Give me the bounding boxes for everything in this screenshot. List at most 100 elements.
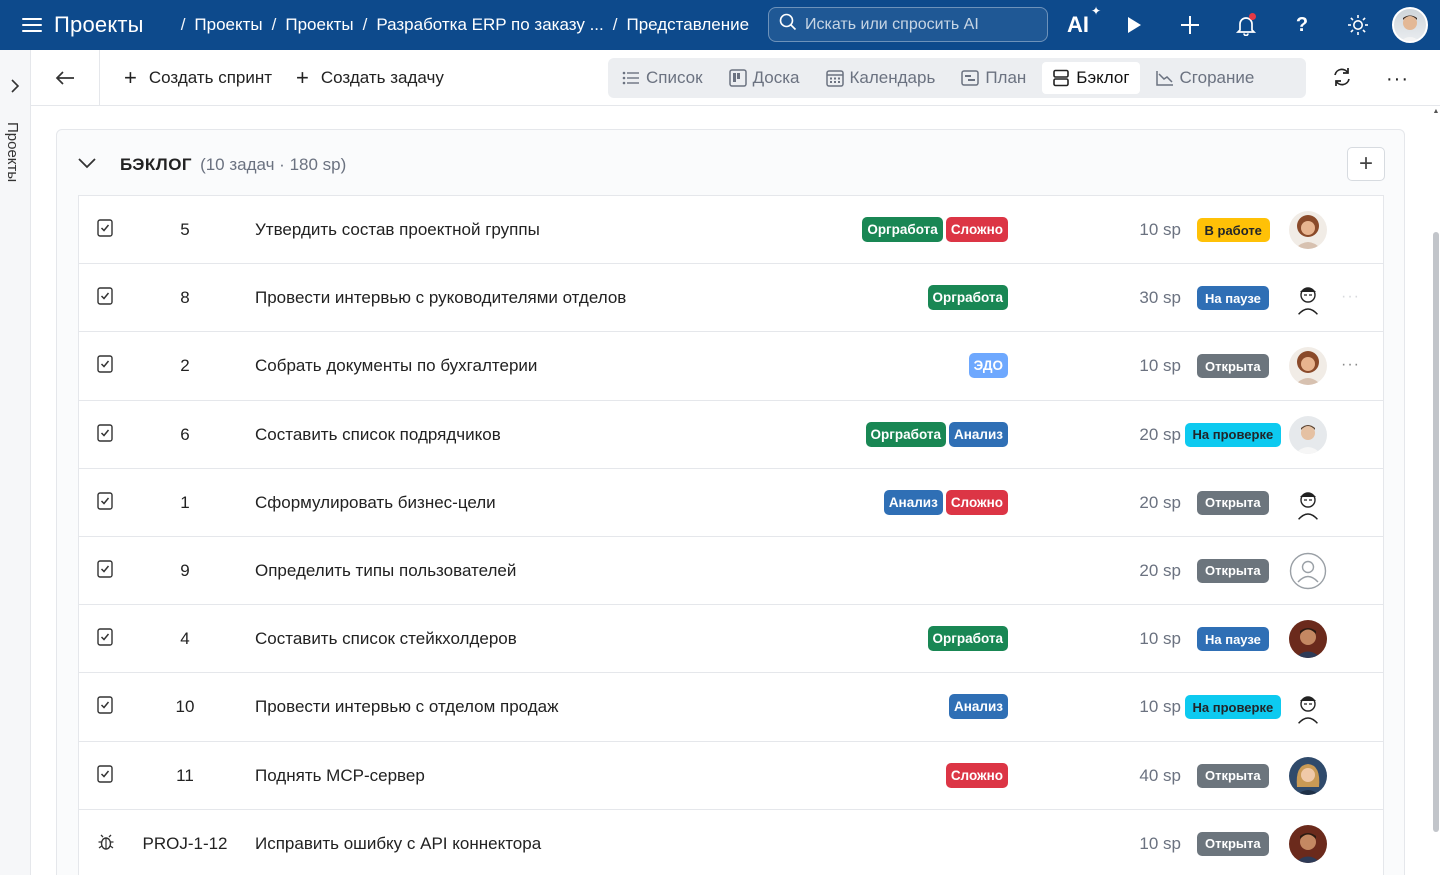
user-avatar[interactable] <box>1392 7 1428 43</box>
task-title[interactable]: Поднять MCP-сервер <box>255 766 425 786</box>
expand-rail-icon[interactable] <box>8 78 22 99</box>
tab-plan[interactable]: План <box>951 62 1036 94</box>
backlog-summary: (10 задач · 180 sp) <box>200 155 347 174</box>
menu-icon[interactable] <box>22 18 42 32</box>
task-title[interactable]: Определить типы пользователей <box>255 561 516 581</box>
status-badge[interactable]: На паузе <box>1197 286 1269 311</box>
scrollbar-thumb[interactable] <box>1433 232 1439 832</box>
play-icon <box>1128 17 1141 33</box>
task-title[interactable]: Провести интервью с отделом продаж <box>255 697 558 717</box>
status-badge[interactable]: На паузе <box>1197 627 1269 652</box>
collapse-chevron-icon[interactable] <box>78 156 96 174</box>
tag-badge[interactable]: Оргработа <box>927 626 1008 652</box>
notifications-button[interactable] <box>1218 0 1274 50</box>
task-title[interactable]: Собрать документы по бухгалтерии <box>255 356 537 376</box>
task-checkbox-icon <box>97 628 113 651</box>
tag-badge[interactable]: Анализ <box>949 694 1008 720</box>
assignee-avatar[interactable] <box>1289 483 1327 522</box>
assignee-avatar[interactable] <box>1289 415 1327 454</box>
tab-board[interactable]: Доска <box>719 62 810 94</box>
row-more-icon[interactable]: ··· <box>1341 356 1360 374</box>
task-tags: ЭДО <box>968 353 1008 379</box>
backlog-row[interactable]: 9 Определить типы пользователей 20 sp Откры… <box>79 537 1383 606</box>
backlog-row[interactable]: PROJ-1-12 Исправить ошибку с API коннекто… <box>79 810 1383 875</box>
help-button[interactable]: ? <box>1274 0 1330 50</box>
tag-badge[interactable]: Оргработа <box>927 285 1008 311</box>
status-badge[interactable]: В работе <box>1196 218 1270 242</box>
tag-badge[interactable]: Сложно <box>945 762 1008 788</box>
task-title[interactable]: Составить список стейкхолдеров <box>255 629 517 649</box>
unassigned-avatar-icon[interactable] <box>1289 552 1327 590</box>
status-badge[interactable]: Открыта <box>1197 490 1269 515</box>
status-badge[interactable]: На проверке <box>1184 422 1282 447</box>
backlog-row[interactable]: 1 Сформулировать бизнес-цели Анализ Сложно 2… <box>79 469 1383 537</box>
backlog-row[interactable]: 4 Составить список стейкхолдеров Оргработа… <box>79 605 1383 674</box>
tag-badge[interactable]: Анализ <box>883 489 943 515</box>
task-title[interactable]: Исправить ошибку с API коннектора <box>255 834 541 854</box>
back-button[interactable] <box>31 49 100 106</box>
task-checkbox-icon <box>97 355 113 378</box>
breadcrumb-item[interactable]: Проекты <box>194 15 262 35</box>
backlog-row[interactable]: 10 Провести интервью с отделом продаж Анал… <box>79 673 1383 742</box>
tab-burndown[interactable]: Сгорание <box>1146 62 1265 94</box>
backlog-section: БЭКЛОГ (10 задач · 180 sp) + 5 Утвердить … <box>56 129 1405 875</box>
tag-badge[interactable]: Оргработа <box>865 421 946 447</box>
list-icon <box>622 71 640 85</box>
task-checkbox-icon <box>97 560 113 583</box>
backlog-row[interactable]: 8 Провести интервью с руководителями отде… <box>79 264 1383 333</box>
task-key: 9 <box>180 560 190 580</box>
tab-calendar[interactable]: Календарь <box>816 62 946 94</box>
tab-backlog[interactable]: Бэклог <box>1042 62 1140 94</box>
task-title[interactable]: Провести интервью с руководителями отдел… <box>255 288 626 308</box>
create-sprint-button[interactable]: + Создать спринт <box>124 65 272 91</box>
task-key: 11 <box>176 765 194 785</box>
task-tags: Оргработа <box>927 285 1008 311</box>
refresh-icon[interactable] <box>1331 66 1353 93</box>
tag-badge[interactable]: Анализ <box>949 421 1008 447</box>
tab-list[interactable]: Список <box>612 62 713 94</box>
search-input[interactable] <box>805 15 1035 34</box>
header-actions: AI ✦ ? <box>1050 0 1440 50</box>
row-more-icon[interactable]: ··· <box>1341 288 1360 306</box>
scroll-up-icon[interactable]: ▲ <box>1432 108 1440 115</box>
theme-toggle[interactable] <box>1330 0 1386 50</box>
app-title[interactable]: Проекты <box>54 12 144 38</box>
task-title[interactable]: Сформулировать бизнес-цели <box>255 493 496 513</box>
assignee-avatar[interactable] <box>1289 688 1327 727</box>
task-title[interactable]: Утвердить состав проектной группы <box>255 220 540 240</box>
status-badge[interactable]: На проверке <box>1184 695 1282 720</box>
more-options-icon[interactable]: ··· <box>1386 68 1409 91</box>
rail-label[interactable]: Проекты <box>4 122 21 182</box>
tag-badge[interactable]: ЭДО <box>968 353 1008 379</box>
breadcrumb: / Проекты / Проекты / Разработка ERP по зак… <box>180 15 750 35</box>
status-badge[interactable]: Открыта <box>1197 558 1269 583</box>
backlog-row[interactable]: 6 Составить список подрядчиков Оргработа Ан… <box>79 401 1383 469</box>
task-checkbox-icon <box>97 492 113 515</box>
task-title[interactable]: Составить список подрядчиков <box>255 425 501 445</box>
scrollbar[interactable]: ▲ <box>1432 106 1440 875</box>
assignee-avatar[interactable] <box>1289 620 1327 659</box>
tag-badge[interactable]: Оргработа <box>862 217 943 242</box>
assignee-avatar[interactable] <box>1289 211 1327 249</box>
assignee-avatar[interactable] <box>1289 824 1327 863</box>
assignee-avatar[interactable] <box>1289 347 1327 386</box>
ai-button[interactable]: AI ✦ <box>1050 0 1106 50</box>
breadcrumb-item[interactable]: Проекты <box>285 15 353 35</box>
create-button[interactable] <box>1162 0 1218 50</box>
status-badge[interactable]: Открыта <box>1197 763 1269 788</box>
assignee-avatar[interactable] <box>1289 756 1327 795</box>
status-badge[interactable]: Открыта <box>1197 831 1269 856</box>
breadcrumb-item[interactable]: Разработка ERP по заказу ... <box>376 15 603 35</box>
tag-badge[interactable]: Сложно <box>945 217 1008 242</box>
status-badge[interactable]: Открыта <box>1197 354 1269 379</box>
run-button[interactable] <box>1106 0 1162 50</box>
assignee-avatar[interactable] <box>1289 279 1327 318</box>
task-key: 1 <box>180 492 190 512</box>
backlog-row[interactable]: 2 Собрать документы по бухгалтерии ЭДО 10 s… <box>79 332 1383 401</box>
create-task-button[interactable]: + Создать задачу <box>296 65 444 91</box>
backlog-row[interactable]: 5 Утвердить состав проектной группы Орграб… <box>79 196 1383 265</box>
tag-badge[interactable]: Сложно <box>945 489 1008 515</box>
backlog-row[interactable]: 11 Поднять MCP-сервер Сложно 40 sp Открыта <box>79 742 1383 810</box>
search-box[interactable] <box>768 7 1048 42</box>
add-task-button[interactable]: + <box>1347 147 1385 181</box>
